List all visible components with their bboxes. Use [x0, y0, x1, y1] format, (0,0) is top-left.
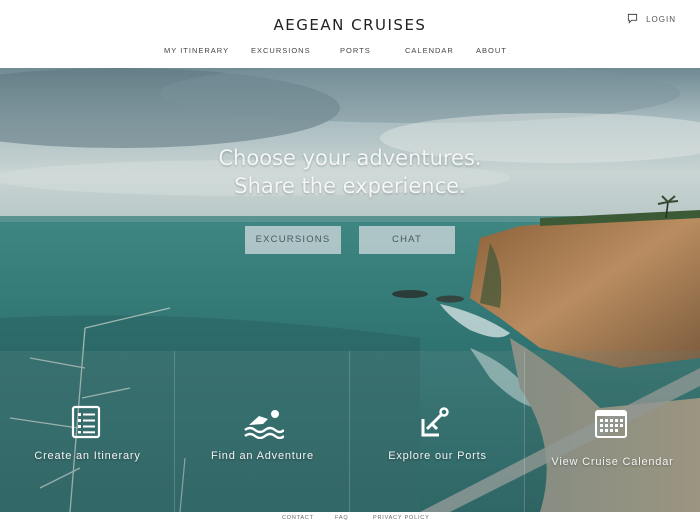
chat-bubble-icon — [627, 13, 638, 26]
feature-tiles: Create an Itinerary Find an Adventure Ex… — [0, 351, 700, 512]
nav-item-my-itinerary[interactable]: MY ITINERARY — [164, 46, 229, 55]
site-logo[interactable]: AEGEAN CRUISES — [0, 16, 700, 34]
calendar-icon — [594, 407, 628, 441]
feature-tile-explore-ports[interactable]: Explore our Ports — [350, 351, 525, 512]
nav-item-about[interactable]: ABOUT — [476, 46, 507, 55]
headline-line-2: Share the experience. — [234, 174, 466, 198]
excursions-button[interactable]: EXCURSIONS — [245, 226, 341, 254]
footer-link-contact[interactable]: CONTACT — [282, 515, 314, 521]
headline-line-1: Choose your adventures. — [218, 146, 482, 170]
itinerary-list-icon — [69, 405, 103, 439]
chat-button[interactable]: CHAT — [359, 226, 455, 254]
swimmer-icon — [244, 405, 285, 440]
feature-tile-create-itinerary[interactable]: Create an Itinerary — [0, 351, 175, 512]
feature-label: Explore our Ports — [388, 450, 487, 462]
feature-label: Find an Adventure — [211, 450, 314, 462]
hero-section: Choose your adventures. Share the experi… — [0, 68, 700, 512]
nav-item-excursions[interactable]: EXCURSIONS — [251, 46, 311, 55]
footer-link-privacy-policy[interactable]: PRIVACY POLICY — [373, 515, 430, 521]
main-nav: MY ITINERARY EXCURSIONS PORTS CALENDAR A… — [0, 46, 700, 60]
feature-tile-view-calendar[interactable]: View Cruise Calendar — [525, 351, 700, 512]
login-label: LOGIN — [646, 15, 676, 24]
feature-label: View Cruise Calendar — [551, 456, 674, 468]
site-header: AEGEAN CRUISES LOGIN MY ITINERARY EXCURS… — [0, 0, 700, 68]
feature-tile-find-adventure[interactable]: Find an Adventure — [175, 351, 350, 512]
anchor-icon — [419, 405, 453, 439]
site-footer: CONTACT FAQ PRIVACY POLICY — [0, 512, 700, 525]
nav-item-ports[interactable]: PORTS — [340, 46, 371, 55]
hero-headline: Choose your adventures. Share the experi… — [0, 144, 700, 200]
feature-label: Create an Itinerary — [34, 450, 141, 462]
login-button[interactable]: LOGIN — [627, 13, 676, 26]
nav-item-calendar[interactable]: CALENDAR — [405, 46, 454, 55]
footer-link-faq[interactable]: FAQ — [335, 515, 348, 521]
